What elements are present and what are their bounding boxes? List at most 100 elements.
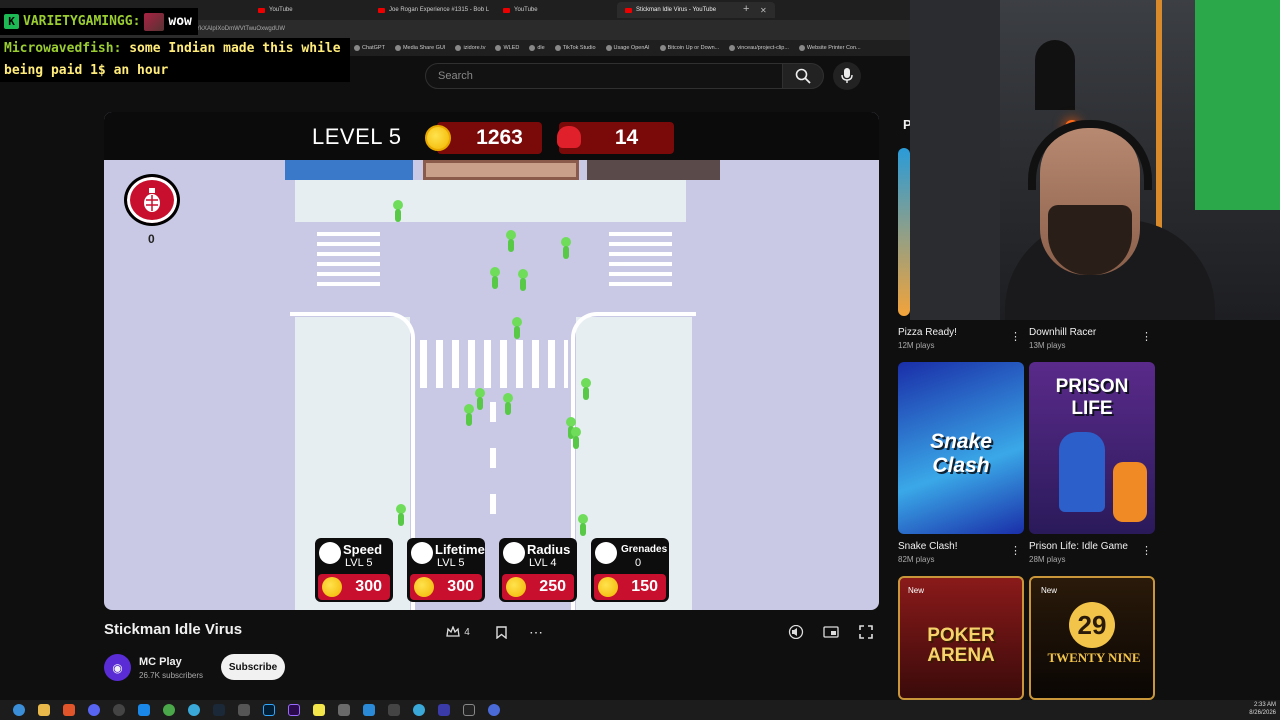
tab-youtube-2[interactable]: YouTube bbox=[495, 2, 546, 18]
card-menu-icon[interactable]: ⋮ bbox=[1010, 330, 1021, 343]
tab-stickman-idle-virus[interactable]: Stickman Idle Virus - YouTube ✕ bbox=[617, 2, 775, 18]
stickman bbox=[394, 504, 406, 528]
chat-username: Microwavedfish: bbox=[4, 41, 122, 56]
bookmark-bitcoin[interactable]: Bitcoin Up or Down... bbox=[659, 45, 719, 51]
app-icon[interactable] bbox=[313, 704, 325, 716]
headrest bbox=[1035, 40, 1075, 110]
app-icon[interactable] bbox=[413, 704, 425, 716]
card-menu-icon[interactable]: ⋮ bbox=[1141, 330, 1152, 343]
photoshop-icon[interactable] bbox=[263, 704, 275, 716]
miniplayer-icon bbox=[823, 626, 839, 638]
bookmark-dle[interactable]: dle bbox=[529, 45, 545, 51]
pizza-ready-thumbnail[interactable] bbox=[898, 148, 910, 316]
tab-label: Joe Rogan Experience #1315 - Bob L bbox=[389, 7, 490, 13]
fullscreen-button[interactable] bbox=[856, 620, 876, 644]
upgrade-speed-button[interactable]: Speed LVL 5 300 bbox=[315, 538, 393, 602]
coin-icon bbox=[414, 577, 434, 597]
upgrade-lifetime-button[interactable]: Lifetime LVL 5 300 bbox=[407, 538, 485, 602]
bookmark-openai[interactable]: Usage OpenAI bbox=[605, 45, 650, 51]
prisoner-figure bbox=[1113, 462, 1147, 522]
new-tab-icon[interactable]: + bbox=[743, 3, 749, 15]
youtube-icon bbox=[258, 7, 265, 13]
app-icon[interactable] bbox=[338, 704, 350, 716]
snake-clash-thumbnail[interactable]: Snake Clash bbox=[898, 362, 1024, 534]
kill-count: 14 bbox=[614, 126, 639, 149]
crosswalk-right bbox=[609, 232, 672, 288]
app-icon[interactable] bbox=[388, 704, 400, 716]
chrome-icon[interactable] bbox=[163, 704, 175, 716]
premiere-icon[interactable] bbox=[288, 704, 300, 716]
bookmark-chatgpt[interactable]: ChatGPT bbox=[354, 45, 385, 51]
bookmark-tiktok[interactable]: TikTok Studio bbox=[554, 45, 596, 51]
card-title[interactable]: Pizza Ready! bbox=[898, 327, 957, 338]
refresh-app-icon[interactable] bbox=[188, 704, 200, 716]
upgrade-name: Radius bbox=[527, 542, 571, 557]
lane-dash bbox=[490, 448, 496, 468]
voice-search-button[interactable] bbox=[833, 62, 861, 90]
kick-icon: K bbox=[4, 14, 19, 29]
start-icon[interactable] bbox=[13, 704, 25, 716]
clock-date: 8/26/2026 bbox=[1249, 710, 1276, 716]
bookmark-github[interactable]: vinceau/project-clip... bbox=[729, 45, 789, 51]
channel-avatar[interactable]: ◉ bbox=[104, 654, 131, 681]
search-button[interactable] bbox=[782, 63, 824, 89]
bookmark-website-printer[interactable]: Website Printer Con... bbox=[798, 45, 861, 51]
settings-icon[interactable] bbox=[113, 704, 125, 716]
wall-shadow bbox=[910, 0, 1000, 320]
crown-icon bbox=[446, 626, 460, 637]
more-options-button[interactable]: ⋯ bbox=[527, 620, 545, 644]
app-icon[interactable] bbox=[138, 704, 150, 716]
youtube-icon bbox=[625, 7, 632, 13]
card-title[interactable]: Downhill Racer bbox=[1029, 327, 1096, 338]
grenade-icon bbox=[595, 542, 617, 564]
terminal-icon[interactable] bbox=[238, 704, 250, 716]
card-title[interactable]: Prison Life: Idle Game bbox=[1029, 541, 1128, 552]
app-icon[interactable] bbox=[463, 704, 475, 716]
grenade-button[interactable] bbox=[124, 174, 180, 226]
like-button[interactable]: 4 bbox=[445, 620, 471, 644]
coin-count: 1263 bbox=[476, 126, 523, 149]
channel-name[interactable]: MC Play bbox=[139, 656, 182, 668]
bookmark-icon bbox=[495, 625, 507, 639]
bookmark-media-share[interactable]: Media Share GUI bbox=[394, 45, 445, 51]
twenty-nine-thumbnail[interactable]: New 29 TWENTY NINE bbox=[1029, 576, 1155, 700]
webcam-overlay bbox=[910, 0, 1280, 320]
app-icon[interactable] bbox=[363, 704, 375, 716]
brave-browser-icon[interactable] bbox=[63, 704, 75, 716]
tab-joe-rogan[interactable]: Joe Rogan Experience #1315 - Bob L bbox=[370, 2, 497, 18]
card-menu-icon[interactable]: ⋮ bbox=[1141, 544, 1152, 557]
tab-youtube-1[interactable]: YouTube bbox=[250, 2, 301, 18]
grenade-count: 0 bbox=[148, 232, 155, 246]
bookmark-izidore[interactable]: izidore.tv bbox=[455, 45, 485, 51]
stickman bbox=[501, 393, 513, 417]
upgrade-price: 300 bbox=[318, 574, 390, 600]
stickman bbox=[391, 200, 403, 224]
stickman bbox=[559, 237, 571, 261]
prison-life-thumbnail[interactable]: PRISON LIFE bbox=[1029, 362, 1155, 534]
crosswalk-center bbox=[420, 340, 568, 388]
close-tab-icon[interactable]: ✕ bbox=[760, 6, 767, 15]
chat-text: wow bbox=[168, 14, 192, 29]
steam-icon[interactable] bbox=[213, 704, 225, 716]
search-input[interactable]: Search bbox=[425, 63, 783, 89]
app-icon[interactable] bbox=[488, 704, 500, 716]
upgrade-level: 0 bbox=[635, 557, 642, 569]
upgrade-grenades-button[interactable]: Grenades 0 150 bbox=[591, 538, 669, 602]
tab-label: YouTube bbox=[269, 7, 293, 13]
save-button[interactable] bbox=[493, 620, 509, 644]
discord-icon[interactable] bbox=[88, 704, 100, 716]
lane-dash bbox=[490, 402, 496, 422]
poker-arena-thumbnail[interactable]: New POKER ARENA bbox=[898, 576, 1024, 700]
system-clock[interactable]: 2:33 AM 8/26/2026 bbox=[1249, 701, 1276, 717]
chat-username: VARIETYGAMINGG: bbox=[23, 14, 141, 29]
card-menu-icon[interactable]: ⋮ bbox=[1010, 544, 1021, 557]
bookmark-wled[interactable]: WLED bbox=[495, 45, 519, 51]
miniplayer-button[interactable] bbox=[821, 620, 841, 644]
app-icon[interactable] bbox=[438, 704, 450, 716]
card-title[interactable]: Snake Clash! bbox=[898, 541, 957, 552]
subscribe-button[interactable]: Subscribe bbox=[221, 654, 285, 680]
upgrade-radius-button[interactable]: Radius LVL 4 250 bbox=[499, 538, 577, 602]
game-canvas[interactable]: LEVEL 5 1263 14 0 Speed LVL 5 300 Lifeti… bbox=[104, 112, 879, 610]
file-explorer-icon[interactable] bbox=[38, 704, 50, 716]
volume-button[interactable] bbox=[786, 620, 806, 644]
